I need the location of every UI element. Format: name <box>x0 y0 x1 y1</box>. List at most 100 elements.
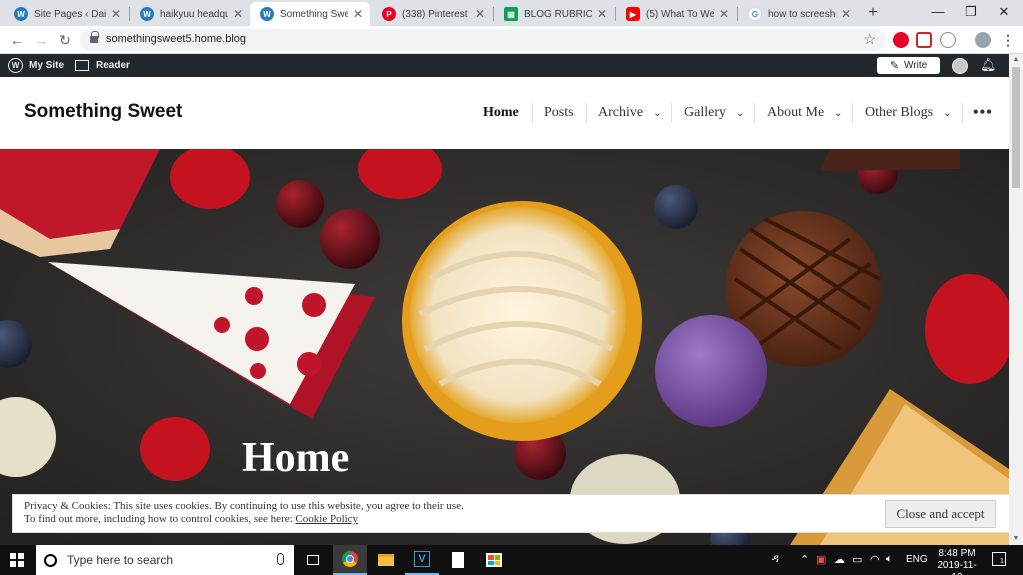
wordpress-logo-icon: W <box>8 58 23 73</box>
url-bar[interactable]: somethingsweet5.home.blog ☆ <box>80 29 886 51</box>
system-clock[interactable]: 8:48 PM 2019-11-13 <box>932 548 982 575</box>
sheets-icon: ▤ <box>504 7 518 21</box>
extension-icon[interactable] <box>893 32 909 48</box>
input-language-indicator[interactable]: ENG <box>906 554 928 565</box>
profile-avatar-icon[interactable] <box>975 32 991 48</box>
menu-label: Home <box>483 105 519 120</box>
close-and-accept-button[interactable]: Close and accept <box>885 500 996 528</box>
chrome-taskbar-icon[interactable] <box>333 545 367 575</box>
site-title[interactable]: Something Sweet <box>24 101 182 123</box>
wordpress-admin-bar: W My Site Reader ✎ Write 🔔︎ <box>0 54 1009 77</box>
browser-tab[interactable]: ▤ BLOG RUBRIC ANI ✕ <box>494 2 614 26</box>
close-tab-icon[interactable]: ✕ <box>352 7 364 21</box>
user-avatar[interactable] <box>952 58 968 74</box>
address-bar-row: ← → ↻ somethingsweet5.home.blog ☆ ⋮ <box>0 26 1023 54</box>
my-site-link[interactable]: W My Site <box>8 54 64 77</box>
main-menu: Archive ⌄ <box>598 98 661 128</box>
reader-link[interactable]: Reader <box>75 54 130 77</box>
extension-icon[interactable] <box>940 32 956 48</box>
site-header: Something Sweet Home Posts Archive ⌄ Gal… <box>0 77 1009 149</box>
menu-item-home[interactable]: Home <box>483 98 519 128</box>
file-explorer-icon[interactable] <box>369 545 403 575</box>
write-button[interactable]: ✎ Write <box>877 57 940 74</box>
minimize-button[interactable]: — <box>922 0 954 24</box>
menu-label: About Me <box>767 105 825 120</box>
store-icon[interactable] <box>477 545 511 575</box>
page-scrollbar[interactable]: ▲ ▼ <box>1009 54 1023 545</box>
extension-icon[interactable] <box>916 32 932 48</box>
tab-title: how to screeshot <box>768 8 836 20</box>
chevron-down-icon: ⌄ <box>943 107 952 119</box>
network-adapter-icon[interactable]: ▭ <box>852 553 862 566</box>
browser-tab[interactable]: W Site Pages ‹ Daily T ✕ <box>4 2 128 26</box>
task-view-icon[interactable] <box>296 545 330 575</box>
close-tab-icon[interactable]: ✕ <box>840 7 852 21</box>
scroll-up-arrow-icon[interactable]: ▲ <box>1012 56 1020 64</box>
reader-label: Reader <box>96 60 130 71</box>
show-hidden-icons-chevron[interactable]: ⌃ <box>800 553 809 566</box>
cortana-icon <box>44 553 57 567</box>
wifi-icon[interactable]: ◠ <box>870 553 880 566</box>
cookie-policy-link[interactable]: Cookie Policy <box>295 513 358 525</box>
main-menu: Gallery ⌄ <box>684 98 744 128</box>
taskbar-search-box[interactable]: Type here to search <box>36 545 294 575</box>
clock-date: 2019-11-13 <box>937 560 977 575</box>
bookmark-star-icon[interactable]: ☆ <box>863 31 876 48</box>
back-icon[interactable]: ← <box>8 31 26 49</box>
tab-title: Site Pages ‹ Daily T <box>34 8 106 20</box>
close-tab-icon[interactable]: ✕ <box>596 7 608 21</box>
windows-taskbar: Type here to search V ዳ ⌃ ▣ ☁ ▭ ◠ 🔈︎ ENG… <box>0 545 1023 575</box>
browser-tab[interactable]: W haikyuu headquar ✕ <box>130 2 250 26</box>
menu-item-gallery[interactable]: Gallery ⌄ <box>684 98 744 128</box>
menu-label: Gallery <box>684 105 726 120</box>
close-window-button[interactable]: ✕ <box>988 0 1020 24</box>
new-tab-button[interactable]: + <box>864 4 882 22</box>
more-icon[interactable]: ••• <box>973 98 993 128</box>
action-center-icon[interactable]: 1 <box>992 552 1006 566</box>
tab-title: BLOG RUBRIC ANI <box>524 8 592 20</box>
windows-start-icon[interactable] <box>10 553 24 567</box>
cookie-line-1: Privacy & Cookies: This site uses cookie… <box>24 500 464 512</box>
close-tab-icon[interactable]: ✕ <box>474 7 486 21</box>
volume-icon[interactable]: 🔈︎ <box>886 553 893 566</box>
restore-button[interactable]: ❐ <box>955 0 987 24</box>
microphone-icon[interactable] <box>277 553 284 565</box>
vsd-app-icon[interactable]: V <box>405 545 439 575</box>
menu-item-about-me[interactable]: About Me ⌄ <box>767 98 843 128</box>
page-title: Home <box>242 435 350 481</box>
browser-tab-active[interactable]: W Something Sweet ✕ <box>250 2 370 26</box>
lock-icon <box>90 31 99 44</box>
close-tab-icon[interactable]: ✕ <box>718 7 730 21</box>
reload-icon[interactable]: ↻ <box>56 31 74 49</box>
kebab-menu-icon[interactable]: ⋮ <box>999 31 1017 49</box>
wordpress-icon: W <box>260 7 274 21</box>
people-icon[interactable]: ዳ <box>772 553 779 566</box>
taskbar-search-placeholder: Type here to search <box>67 553 174 567</box>
youtube-icon: ▶ <box>626 7 640 21</box>
forward-icon[interactable]: → <box>32 31 50 49</box>
cookie-line-2: To find out more, including how to contr… <box>24 513 464 526</box>
chevron-down-icon: ⌄ <box>834 107 843 119</box>
notifications-bell-icon[interactable]: 🔔︎ <box>980 57 997 73</box>
browser-tab[interactable]: G how to screeshot ✕ <box>738 2 858 26</box>
menu-label: Other Blogs <box>865 105 934 120</box>
browser-tab[interactable]: P (338) Pinterest ✕ <box>372 2 492 26</box>
browser-tab[interactable]: ▶ (5) What To Wear ✕ <box>616 2 736 26</box>
close-tab-icon[interactable]: ✕ <box>110 7 122 21</box>
hero-background-image <box>0 149 1009 545</box>
scroll-thumb[interactable] <box>1012 67 1020 188</box>
scroll-down-arrow-icon[interactable]: ▼ <box>1012 535 1020 543</box>
chevron-down-icon: ⌄ <box>735 107 745 119</box>
menu-item-posts[interactable]: Posts <box>544 98 574 128</box>
clock-time: 8:48 PM <box>938 548 976 559</box>
menu-item-archive[interactable]: Archive ⌄ <box>598 98 661 128</box>
tray-app-icon[interactable]: ▣ <box>816 553 826 566</box>
onedrive-cloud-icon[interactable]: ☁ <box>834 553 845 566</box>
menu-item-other-blogs[interactable]: Other Blogs ⌄ <box>865 98 951 128</box>
main-menu: About Me ⌄ <box>767 98 843 128</box>
close-tab-icon[interactable]: ✕ <box>232 7 244 21</box>
url-text[interactable]: somethingsweet5.home.blog <box>106 33 246 45</box>
menu-label: Posts <box>544 105 574 120</box>
document-icon[interactable] <box>441 545 475 575</box>
cookie-banner: Privacy & Cookies: This site uses cookie… <box>12 494 1010 533</box>
